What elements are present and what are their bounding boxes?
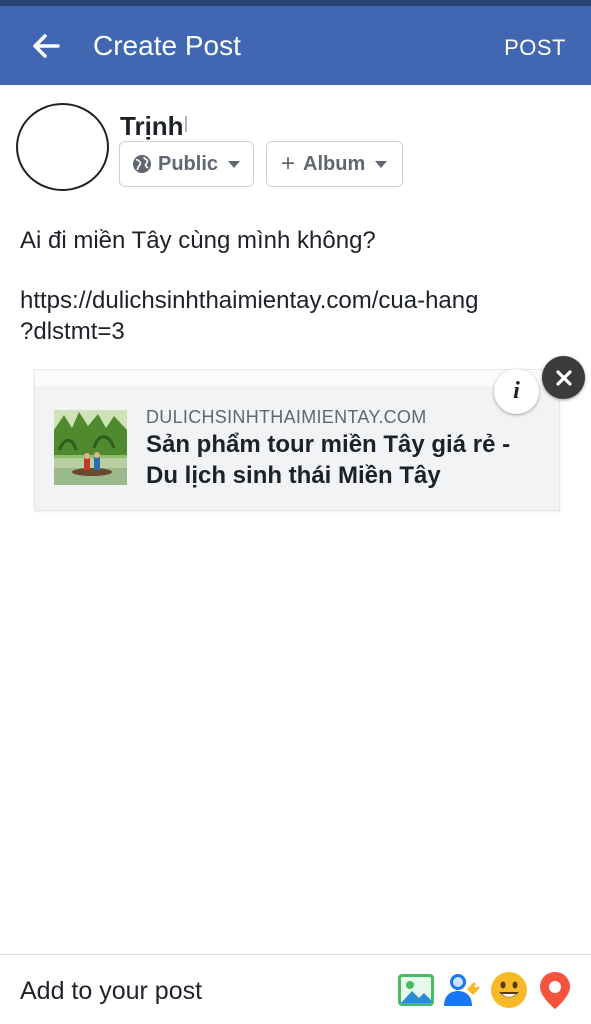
tag-people-icon[interactable]	[441, 969, 483, 1011]
info-icon[interactable]: i	[494, 369, 539, 414]
privacy-selector-button[interactable]: Public	[119, 141, 254, 187]
post-url-line: https://dulichsinhthaimientay.com/cua-ha…	[20, 287, 479, 314]
link-preview-card[interactable]: DULICHSINHTHAIMIENTAY.COM Sản phẩm tour …	[34, 369, 560, 511]
link-preview-title-line: Sản phẩm tour miền Tây giá rẻ -	[146, 431, 511, 458]
link-preview-title: Sản phẩm tour miền Tây giá rẻ - Du lịch …	[146, 429, 546, 491]
back-arrow-icon[interactable]	[28, 28, 64, 64]
album-label: Album	[303, 152, 366, 175]
privacy-label: Public	[158, 152, 219, 175]
chevron-down-icon	[228, 160, 241, 168]
page-title: Create Post	[93, 30, 241, 61]
link-preview-title-line: Du lịch sinh thái Miền Tây	[146, 462, 441, 489]
photo-icon[interactable]	[395, 969, 437, 1011]
feeling-icon[interactable]	[488, 969, 530, 1011]
close-icon[interactable]	[542, 356, 585, 399]
link-preview-domain: DULICHSINHTHAIMIENTAY.COM	[146, 407, 427, 427]
app-bar: Create Post POST	[0, 6, 591, 85]
add-to-post-bar: Add to your post	[0, 954, 591, 1024]
album-selector-button[interactable]: + Album	[266, 141, 403, 187]
globe-icon	[132, 154, 152, 174]
post-text-input[interactable]: Ai đi miền Tây cùng mình không? https://…	[20, 225, 580, 347]
add-to-post-label[interactable]: Add to your post	[20, 977, 202, 1006]
user-name: Trịnh	[120, 111, 184, 141]
link-preview-thumbnail	[54, 410, 127, 485]
chevron-down-icon	[375, 160, 388, 168]
plus-icon: +	[281, 150, 296, 177]
post-button[interactable]: POST	[504, 35, 566, 61]
avatar	[16, 103, 109, 191]
post-text-line: Ai đi miền Tây cùng mình không?	[20, 227, 376, 254]
post-url-line: ?dlstmt=3	[20, 318, 125, 345]
text-cursor	[185, 116, 187, 132]
checkin-icon[interactable]	[534, 969, 576, 1011]
